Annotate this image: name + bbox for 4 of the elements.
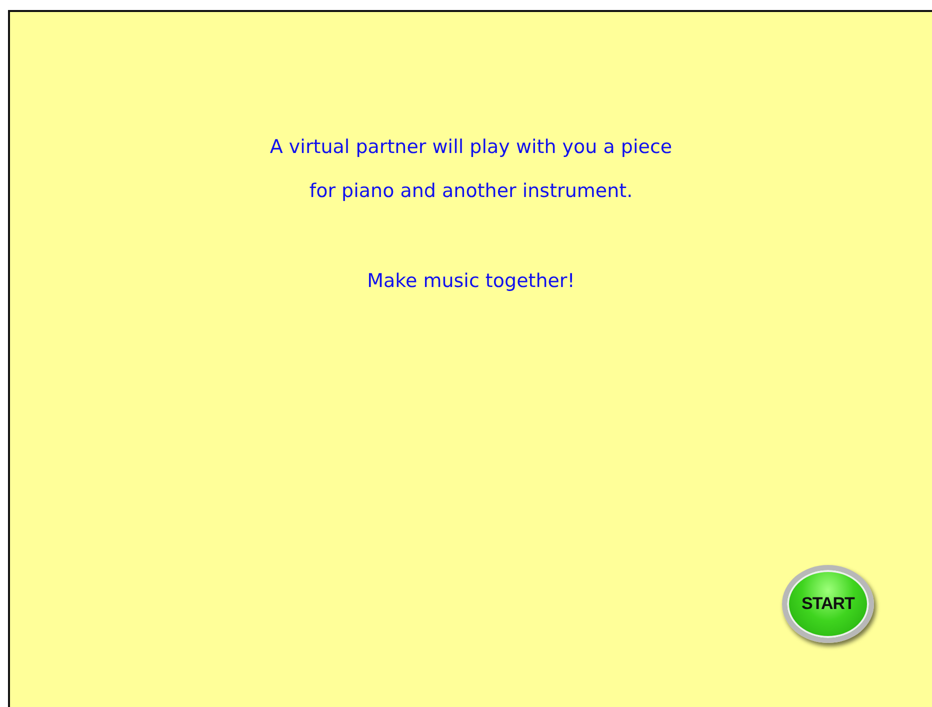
intro-text: A virtual partner will play with you a piece [270,135,672,160]
start-button[interactable]: START [782,565,874,643]
intro-text: for piano and another instrument. [309,179,633,204]
slogan-text: Make music together! [367,269,575,294]
